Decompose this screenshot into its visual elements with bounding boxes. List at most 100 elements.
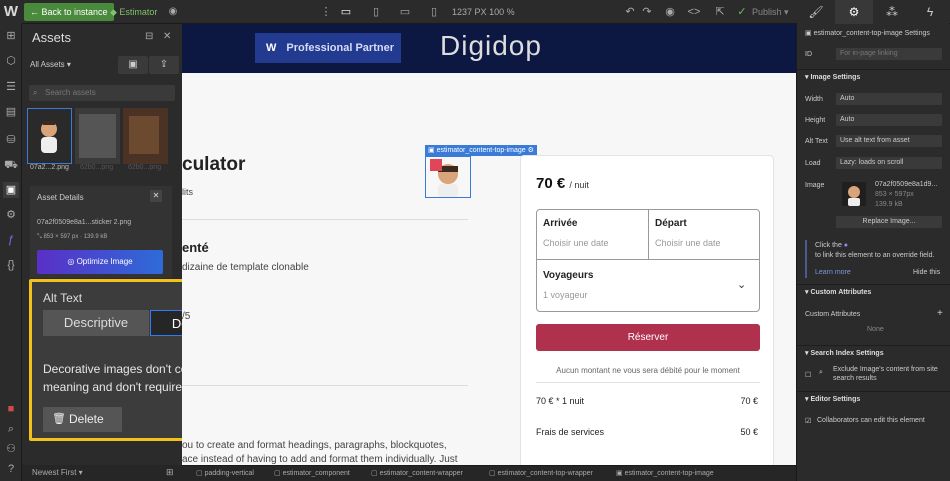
search-index-section[interactable]: ▾ Search Index Settings (797, 345, 950, 360)
asset-thumbnail[interactable] (123, 108, 168, 164)
breadcrumb-item[interactable]: ▢ estimator_content-top-wrapper (489, 469, 593, 477)
image-label: Image (805, 182, 825, 189)
pages-icon[interactable]: ▤ (3, 104, 19, 120)
publish-label: Publish (752, 7, 782, 17)
undo-icon[interactable]: ↶ (622, 4, 638, 20)
navigator-icon[interactable]: ☰ (3, 79, 19, 95)
variables-icon[interactable]: {} (3, 257, 19, 273)
asset-search-input[interactable]: ⌕ Search assets (29, 85, 175, 101)
expand-panel-icon[interactable]: ⊟ (145, 31, 153, 42)
image-thumbnail[interactable] (842, 182, 866, 206)
eye-icon[interactable]: ◉ (165, 4, 181, 20)
lightning-panel-tab[interactable]: ϟ (911, 0, 949, 24)
style-panel-tab[interactable]: 🖌 (797, 0, 835, 24)
new-folder-button[interactable]: ▣ (118, 56, 148, 74)
sort-label: Newest First (32, 468, 77, 477)
hide-this-link[interactable]: Hide this (913, 269, 940, 276)
learn-more-link[interactable]: Learn more (815, 269, 851, 276)
mobile-breakpoint-icon[interactable]: ▯ (426, 4, 442, 20)
ecommerce-icon[interactable]: ⛟ (3, 157, 19, 173)
chevron-down-icon[interactable]: ⌄ (737, 278, 746, 291)
link-dot-icon: ● (843, 242, 849, 249)
tablet-breakpoint-icon[interactable]: ▯ (368, 4, 384, 20)
estimator-component-tag[interactable]: ◆ Estimator (110, 3, 157, 21)
image-settings-section[interactable]: ▾ Image Settings (797, 69, 950, 84)
asset-thumbnail[interactable] (75, 108, 120, 164)
grid-view-icon[interactable]: ⊞ (166, 467, 174, 478)
asset-thumbnail[interactable] (27, 108, 72, 164)
delete-button[interactable]: 🗑 Delete (43, 407, 122, 432)
check-icon[interactable]: ✓ (734, 4, 750, 20)
service-fee-label: Frais de services (536, 427, 605, 437)
code-icon[interactable]: <> (686, 4, 702, 20)
width-label: Width (805, 96, 823, 103)
collab-text: Collaborators can edit this element (817, 417, 925, 424)
sort-dropdown[interactable]: Newest First ▾ (32, 468, 83, 477)
alt-select[interactable]: Use alt text from asset (836, 135, 942, 147)
asset-meta: ⤡ 853 × 597 px · 139.9 kB (37, 234, 108, 240)
width-select[interactable]: Auto (836, 93, 942, 105)
travelers-value[interactable]: 1 voyageur (543, 290, 588, 300)
users-icon[interactable]: ⚇ (3, 441, 19, 457)
close-panel-icon[interactable]: ✕ (163, 31, 171, 42)
photo-thumbnail (123, 108, 168, 164)
optimize-label: Optimize Image (76, 257, 133, 266)
delete-label: Delete (69, 412, 104, 426)
breadcrumb-item[interactable]: ▢ estimator_component (274, 469, 350, 477)
help-icon[interactable]: ? (3, 461, 19, 477)
export-icon[interactable]: ⇱ (712, 4, 728, 20)
close-icon[interactable]: ✕ (150, 190, 162, 202)
preview-icon[interactable]: ◉ (662, 4, 678, 20)
search-rail-icon[interactable]: ⌕ (3, 421, 19, 437)
image-settings-label: Image Settings (810, 74, 861, 81)
editor-settings-section[interactable]: ▾ Editor Settings (797, 391, 950, 406)
desktop-breakpoint-icon[interactable]: ▭ (338, 4, 354, 20)
descriptive-option[interactable]: Descriptive (43, 310, 149, 336)
thumb-label: 62b0...png (80, 164, 114, 171)
memoji-small (848, 186, 860, 206)
load-select[interactable]: Lazy: loads on scroll (836, 157, 942, 169)
price-value: 70 € (536, 175, 566, 192)
selected-element-label: estimator_content-top-image (436, 147, 526, 154)
replace-image-button[interactable]: Replace Image... (836, 216, 942, 228)
interactions-panel-tab[interactable]: ⁂ (873, 0, 911, 24)
optimize-image-button[interactable]: ◎ Optimize Image (37, 250, 163, 274)
assets-icon[interactable]: ▣ (3, 182, 19, 198)
search-index-label: Search Index Settings (810, 350, 884, 357)
add-icon[interactable]: ⊞ (3, 28, 19, 44)
more-dots-icon[interactable]: ⋮ (318, 4, 334, 20)
publish-button[interactable]: Publish ▾ (752, 4, 789, 20)
settings-panel-tab[interactable]: ⚙ (835, 0, 873, 24)
custom-attributes-section[interactable]: ▾ Custom Attributes (797, 284, 950, 299)
arrival-placeholder: Choisir une date (543, 238, 609, 248)
selected-element-tag[interactable]: ▣ estimator_content-top-image ⚙ (425, 145, 537, 156)
asset-filter-dropdown[interactable]: All Assets ▾ (30, 60, 71, 69)
selected-image[interactable] (425, 156, 471, 198)
settings-gear-icon[interactable]: ⚙ (3, 207, 19, 223)
record-icon[interactable]: ■ (3, 401, 19, 417)
breadcrumb-item[interactable]: ▣ estimator_content-top-image (616, 469, 714, 477)
departure-field[interactable]: Départ Choisir une date (648, 210, 760, 260)
arrival-field[interactable]: Arrivée Choisir une date (537, 210, 649, 260)
id-input[interactable]: For in-page linking (836, 48, 942, 60)
redo-icon[interactable]: ↷ (639, 4, 655, 20)
exclude-checkbox[interactable]: ☐ (805, 371, 811, 379)
webflow-logo[interactable]: W (0, 0, 22, 24)
logic-icon[interactable]: ƒ (3, 232, 19, 248)
design-canvas[interactable]: W Professional Partner Digidop culator li… (182, 24, 796, 465)
asset-filter-label: All Assets (30, 60, 65, 69)
components-icon[interactable]: ⬡ (3, 53, 19, 69)
upload-button[interactable]: ⇪ (149, 56, 179, 74)
landscape-breakpoint-icon[interactable]: ▭ (397, 4, 413, 20)
cms-icon[interactable]: ⛁ (3, 132, 19, 148)
reserve-button[interactable]: Réserver (536, 324, 760, 351)
collab-checkbox[interactable]: ☑ (805, 417, 811, 425)
breadcrumb-item[interactable]: ▢ padding-vertical (196, 469, 254, 477)
back-to-instance-button[interactable]: ← Back to instance (24, 3, 114, 21)
height-select[interactable]: Auto (836, 114, 942, 126)
asset-filesize: 139.9 kB (83, 234, 108, 240)
breadcrumb-item[interactable]: ▢ estimator_content-wrapper (371, 469, 463, 477)
add-attribute-icon[interactable]: + (937, 308, 943, 319)
none-label: None (867, 326, 884, 333)
exclude-text: Exclude Image's content from site search… (833, 366, 938, 382)
